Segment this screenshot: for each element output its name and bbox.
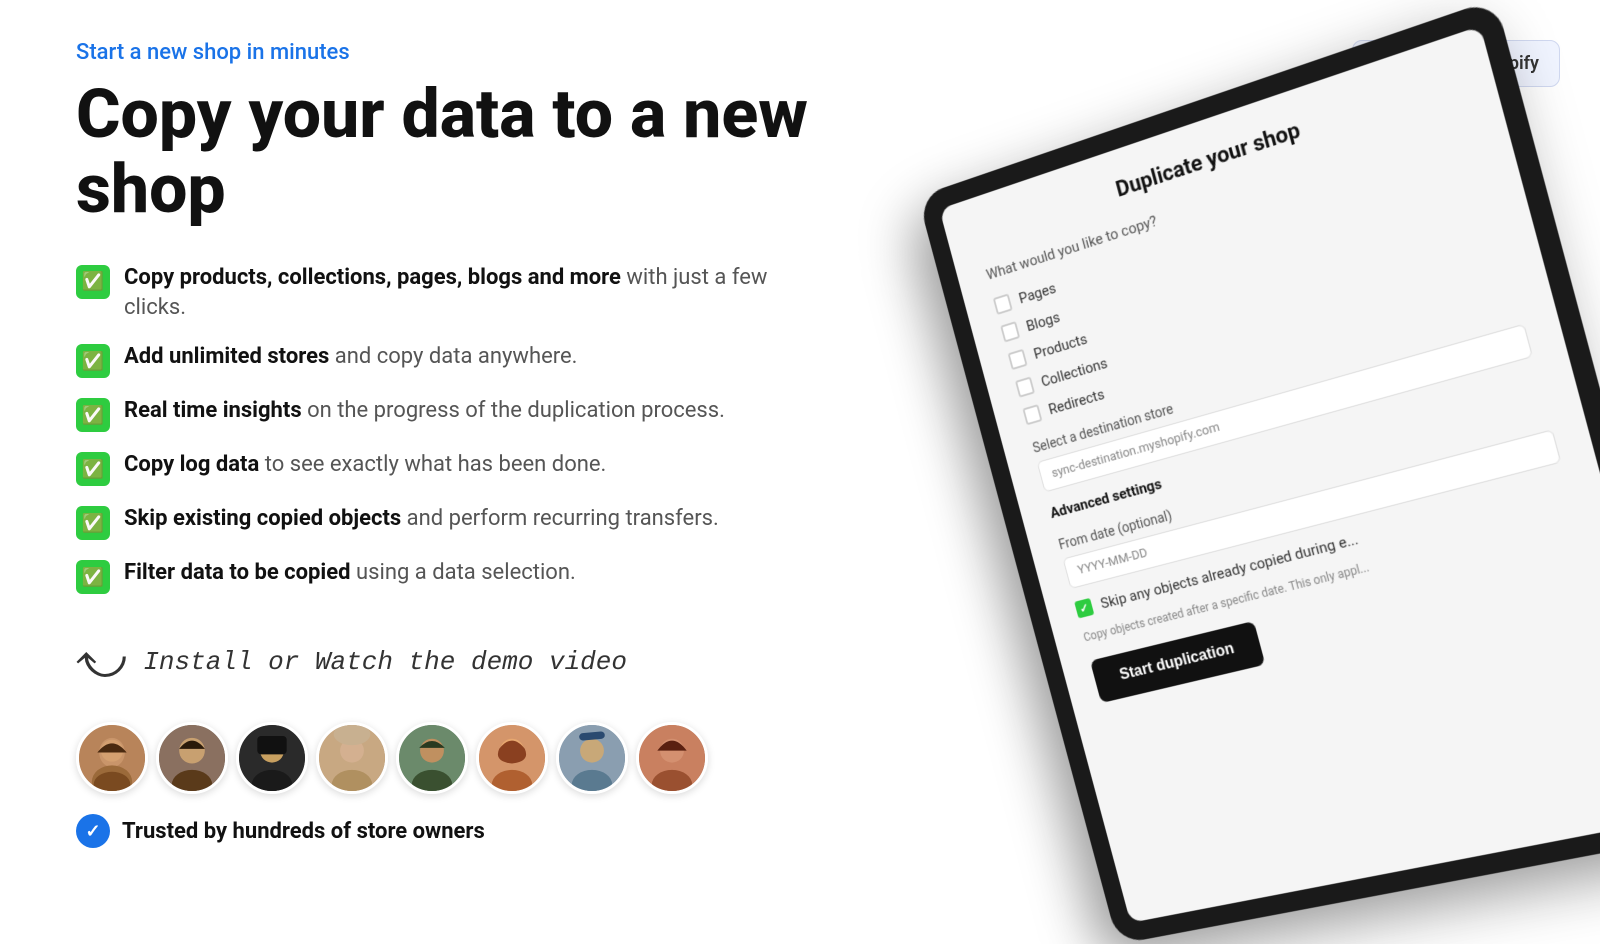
feature-item-3: ✅ Real time insights on the progress of … — [76, 396, 826, 432]
trust-badge-icon: ✓ — [76, 814, 110, 848]
checkbox-blogs-label: Blogs — [1024, 308, 1061, 335]
avatar-3 — [236, 722, 308, 794]
avatar-8 — [636, 722, 708, 794]
checkbox-redirects-label: Redirects — [1047, 385, 1107, 418]
feature-text-4: Copy log data to see exactly what has be… — [124, 450, 606, 481]
features-list: ✅ Copy products, collections, pages, blo… — [76, 263, 826, 595]
feature-text-5: Skip existing copied objects and perform… — [124, 504, 719, 535]
tablet-mockup: Duplicate your shop What would you like … — [918, 0, 1600, 908]
check-icon-4: ✅ — [76, 452, 110, 486]
checkbox-collections-box[interactable] — [1015, 376, 1035, 397]
check-icon-3: ✅ — [76, 398, 110, 432]
feature-item-2: ✅ Add unlimited stores and copy data any… — [76, 342, 826, 378]
feature-text-2: Add unlimited stores and copy data anywh… — [124, 342, 577, 373]
tablet-screen: Duplicate your shop What would you like … — [939, 26, 1600, 923]
avatar-4 — [316, 722, 388, 794]
arrow-icon: ⤻ — [76, 634, 127, 690]
demo-section: ⤻ Install or Watch the demo video — [76, 634, 826, 690]
avatars-row — [76, 722, 826, 794]
feature-item-5: ✅ Skip existing copied objects and perfo… — [76, 504, 826, 540]
feature-item-6: ✅ Filter data to be copied using a data … — [76, 558, 826, 594]
demo-text[interactable]: Install or Watch the demo video — [143, 647, 627, 677]
checkbox-skip-box[interactable]: ✓ — [1074, 598, 1094, 619]
trusted-row: ✓ Trusted by hundreds of store owners — [76, 814, 826, 848]
feature-item-4: ✅ Copy log data to see exactly what has … — [76, 450, 826, 486]
checkbox-products-label: Products — [1032, 330, 1089, 363]
check-icon-6: ✅ — [76, 560, 110, 594]
feature-text-1: Copy products, collections, pages, blogs… — [124, 263, 826, 325]
feature-text-3: Real time insights on the progress of th… — [124, 396, 725, 427]
left-content: Start a new shop in minutes Copy your da… — [76, 40, 826, 848]
main-title: Copy your data to a new shop — [76, 77, 826, 227]
checkbox-blogs-box[interactable] — [1000, 321, 1020, 342]
avatar-1 — [76, 722, 148, 794]
check-icon-5: ✅ — [76, 506, 110, 540]
feature-text-6: Filter data to be copied using a data se… — [124, 558, 576, 589]
checkbox-redirects-box[interactable] — [1022, 404, 1042, 425]
trusted-text: Trusted by hundreds of store owners — [122, 819, 485, 844]
checkbox-pages-label: Pages — [1017, 279, 1058, 307]
tagline: Start a new shop in minutes — [76, 40, 826, 65]
avatar-6 — [476, 722, 548, 794]
feature-item-1: ✅ Copy products, collections, pages, blo… — [76, 263, 826, 325]
checkbox-products-box[interactable] — [1008, 349, 1028, 370]
avatar-7 — [556, 722, 628, 794]
check-icon-2: ✅ — [76, 344, 110, 378]
check-icon-1: ✅ — [76, 265, 110, 299]
avatar-2 — [156, 722, 228, 794]
avatar-5 — [396, 722, 468, 794]
tablet-outer: Duplicate your shop What would you like … — [918, 0, 1600, 944]
checkbox-pages-box[interactable] — [993, 293, 1013, 314]
